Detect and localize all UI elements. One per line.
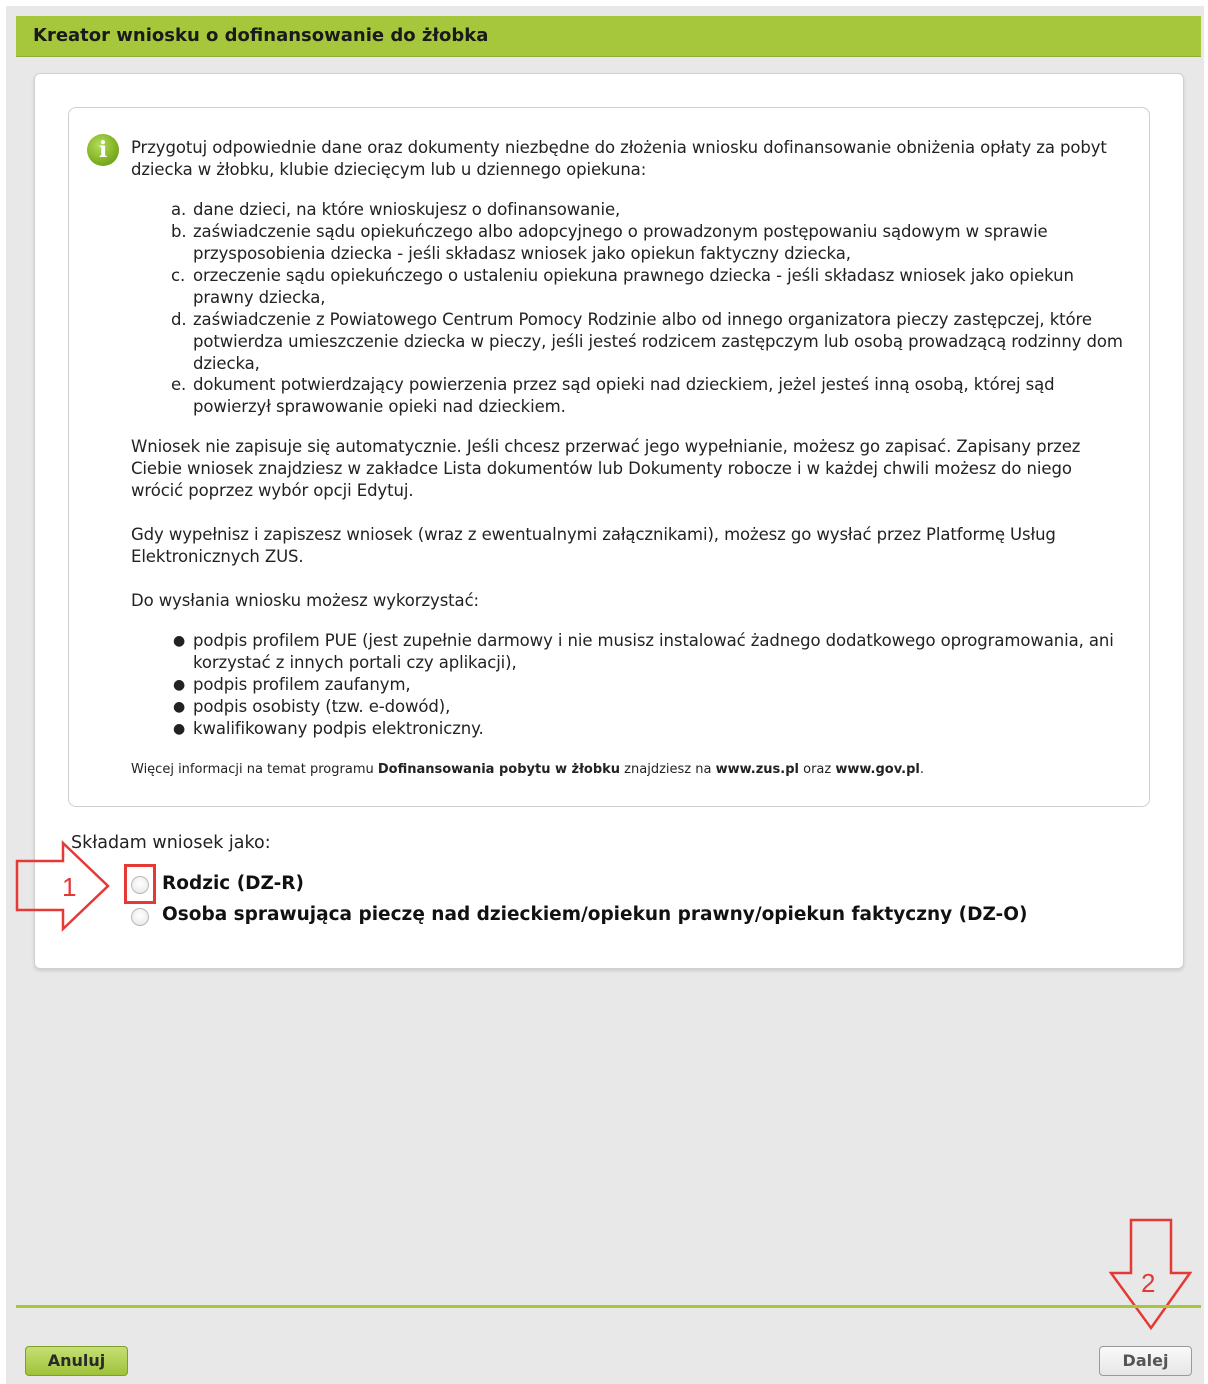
- annotation-number-2: 2: [1141, 1268, 1156, 1298]
- annotation-overlay: [15, 840, 1193, 1331]
- next-button[interactable]: Dalej: [1099, 1346, 1192, 1376]
- footer-divider: [16, 1305, 1201, 1308]
- annotation-number-1: 1: [62, 872, 77, 902]
- cancel-button[interactable]: Anuluj: [25, 1346, 128, 1376]
